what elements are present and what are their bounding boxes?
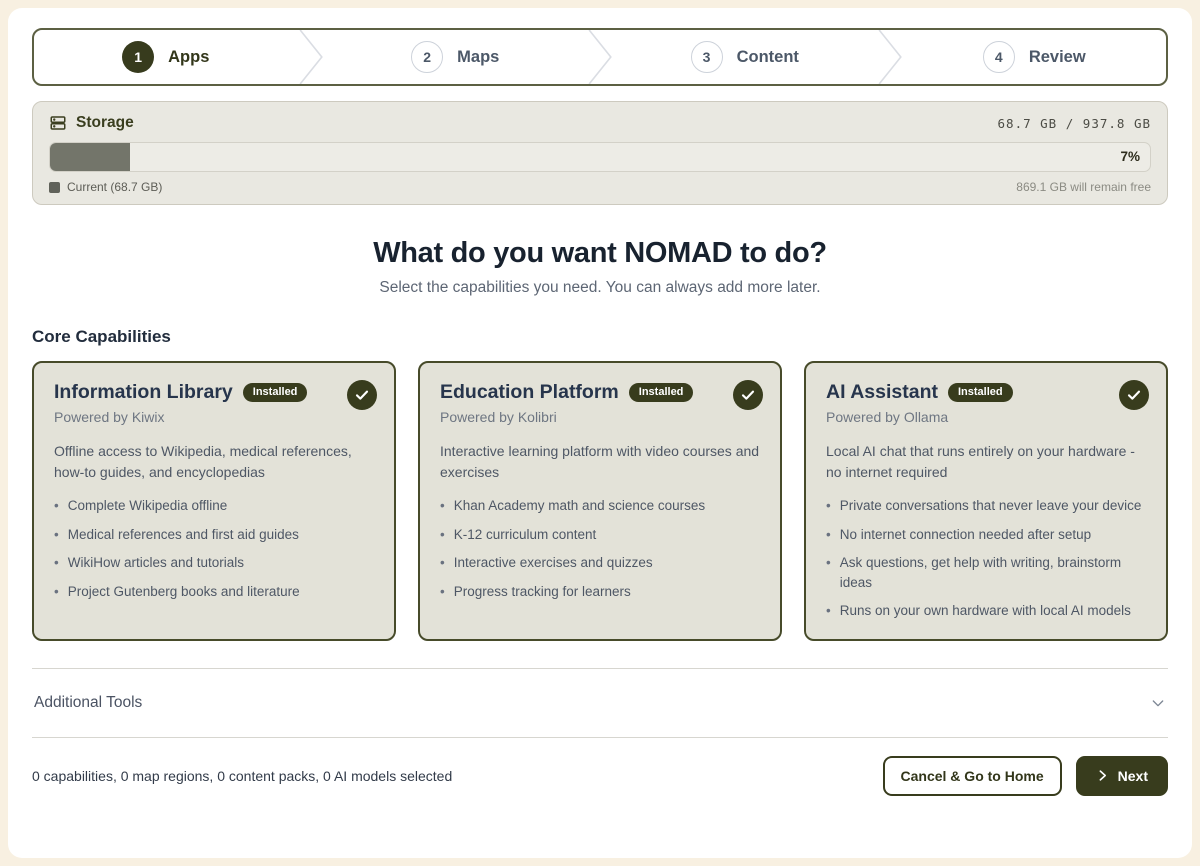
step-number: 3: [691, 41, 723, 73]
installed-badge: Installed: [948, 383, 1013, 402]
bullet-icon: •: [826, 553, 831, 592]
feature-text: Ask questions, get help with writing, br…: [840, 553, 1146, 592]
card-title: Information Library: [54, 381, 233, 404]
feature-text: Progress tracking for learners: [454, 582, 631, 602]
storage-free-note: 869.1 GB will remain free: [1016, 180, 1151, 194]
chevron-right-icon: [1096, 769, 1109, 782]
wizard-footer: 0 capabilities, 0 map regions, 0 content…: [32, 756, 1168, 796]
bullet-icon: •: [440, 496, 445, 516]
bullet-icon: •: [826, 601, 831, 621]
check-icon: [1119, 380, 1149, 410]
step-maps[interactable]: 2 Maps: [324, 30, 588, 84]
feature-item: • WikiHow articles and tutorials: [54, 553, 374, 573]
selection-summary: 0 capabilities, 0 map regions, 0 content…: [32, 768, 452, 784]
card-description: Local AI chat that runs entirely on your…: [826, 441, 1146, 483]
feature-text: No internet connection needed after setu…: [840, 525, 1091, 545]
section-divider: [32, 737, 1168, 738]
card-powered-by: Powered by Ollama: [826, 409, 1146, 425]
storage-icon: [49, 114, 67, 132]
step-separator-icon: [877, 30, 903, 84]
cancel-button[interactable]: Cancel & Go to Home: [883, 756, 1062, 796]
storage-percent: 7%: [1120, 143, 1140, 171]
feature-text: Complete Wikipedia offline: [68, 496, 228, 516]
next-button-label: Next: [1118, 768, 1148, 784]
feature-text: Medical references and first aid guides: [68, 525, 299, 545]
step-review[interactable]: 4 Review: [903, 30, 1167, 84]
step-number: 1: [122, 41, 154, 73]
feature-item: • Private conversations that never leave …: [826, 496, 1146, 516]
step-number: 4: [983, 41, 1015, 73]
feature-text: Runs on your own hardware with local AI …: [840, 601, 1131, 621]
feature-item: •Ask questions, get help with writing, b…: [826, 553, 1146, 592]
step-label: Apps: [168, 48, 209, 67]
additional-tools-toggle[interactable]: Additional Tools: [32, 669, 1168, 737]
feature-item: • Complete Wikipedia offline: [54, 496, 374, 516]
feature-text: Khan Academy math and science courses: [454, 496, 705, 516]
chevron-down-icon: [1150, 695, 1166, 711]
step-separator-icon: [298, 30, 324, 84]
feature-text: Project Gutenberg books and literature: [68, 582, 300, 602]
additional-tools-label: Additional Tools: [34, 694, 142, 712]
feature-item: • No internet connection needed after set…: [826, 525, 1146, 545]
next-button[interactable]: Next: [1076, 756, 1168, 796]
bullet-icon: •: [54, 582, 59, 602]
main-panel: 1 Apps 2 Maps 3 Content 4 Review: [8, 8, 1192, 858]
check-icon: [347, 380, 377, 410]
page-subtitle: Select the capabilities you need. You ca…: [32, 279, 1168, 297]
feature-item: • Medical references and first aid guides: [54, 525, 374, 545]
bullet-icon: •: [826, 496, 831, 516]
step-apps[interactable]: 1 Apps: [34, 30, 298, 84]
step-label: Review: [1029, 48, 1086, 67]
bullet-icon: •: [54, 525, 59, 545]
card-feature-list: • Complete Wikipedia offline • Medical ref…: [54, 496, 374, 601]
storage-legend: Current (68.7 GB): [49, 180, 162, 194]
wizard-stepper: 1 Apps 2 Maps 3 Content 4 Review: [32, 28, 1168, 86]
card-powered-by: Powered by Kolibri: [440, 409, 760, 425]
feature-text: K-12 curriculum content: [454, 525, 597, 545]
feature-text: Interactive exercises and quizzes: [454, 553, 653, 573]
capability-card-ai-assistant[interactable]: AI Assistant Installed Powered by Ollama…: [804, 361, 1168, 641]
bullet-icon: •: [826, 525, 831, 545]
capability-card-information-library[interactable]: Information Library Installed Powered by…: [32, 361, 396, 641]
feature-item: • K-12 curriculum content: [440, 525, 760, 545]
step-separator-icon: [587, 30, 613, 84]
storage-usage: 68.7 GB / 937.8 GB: [998, 116, 1151, 131]
capability-card-education-platform[interactable]: Education Platform Installed Powered by …: [418, 361, 782, 641]
bullet-icon: •: [54, 553, 59, 573]
card-feature-list: • Private conversations that never leave …: [826, 496, 1146, 621]
storage-title: Storage: [76, 114, 134, 132]
feature-item: • Interactive exercises and quizzes: [440, 553, 760, 573]
storage-progress-bar: 7%: [49, 142, 1151, 172]
core-capabilities-heading: Core Capabilities: [32, 327, 1168, 347]
bullet-icon: •: [54, 496, 59, 516]
legend-label: Current (68.7 GB): [67, 180, 162, 194]
step-label: Maps: [457, 48, 499, 67]
feature-item: • Runs on your own hardware with local AI…: [826, 601, 1146, 621]
feature-text: Private conversations that never leave y…: [840, 496, 1142, 516]
bullet-icon: •: [440, 582, 445, 602]
card-title: AI Assistant: [826, 381, 938, 404]
step-label: Content: [737, 48, 799, 67]
card-description: Offline access to Wikipedia, medical ref…: [54, 441, 374, 483]
step-content[interactable]: 3 Content: [613, 30, 877, 84]
page-title: What do you want NOMAD to do?: [32, 237, 1168, 270]
feature-text: WikiHow articles and tutorials: [68, 553, 244, 573]
legend-swatch: [49, 182, 60, 193]
storage-panel: Storage 68.7 GB / 937.8 GB 7% Current (6…: [32, 101, 1168, 205]
feature-item: • Project Gutenberg books and literature: [54, 582, 374, 602]
bullet-icon: •: [440, 525, 445, 545]
installed-badge: Installed: [243, 383, 308, 402]
check-icon: [733, 380, 763, 410]
capability-grid: Information Library Installed Powered by…: [32, 361, 1168, 641]
card-title: Education Platform: [440, 381, 619, 404]
feature-item: • Khan Academy math and science courses: [440, 496, 760, 516]
bullet-icon: •: [440, 553, 445, 573]
storage-progress-fill: [50, 143, 130, 171]
card-description: Interactive learning platform with video…: [440, 441, 760, 483]
card-feature-list: • Khan Academy math and science courses •…: [440, 496, 760, 601]
installed-badge: Installed: [629, 383, 694, 402]
card-powered-by: Powered by Kiwix: [54, 409, 374, 425]
feature-item: • Progress tracking for learners: [440, 582, 760, 602]
step-number: 2: [411, 41, 443, 73]
